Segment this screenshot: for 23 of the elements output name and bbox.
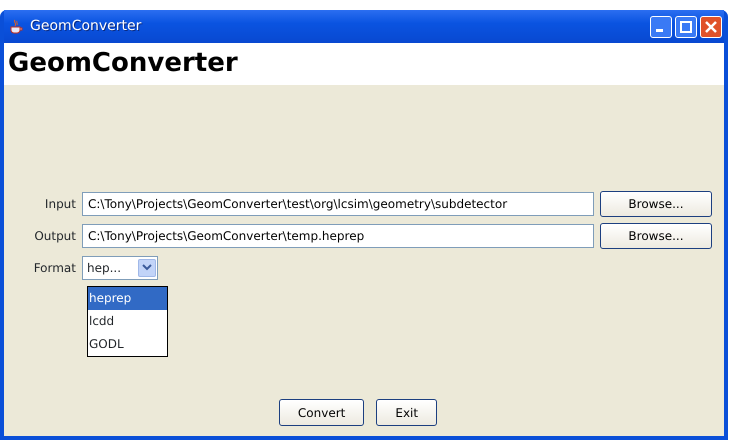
dropdown-option[interactable]: lcdd <box>88 310 167 333</box>
path-field[interactable]: C:\Tony\Projects\GeomConverter\temp.heprep <box>82 224 594 248</box>
browse-button[interactable]: Browse... <box>600 191 712 217</box>
field-label: Format <box>32 260 76 277</box>
dropdown-option[interactable]: GODL <box>88 333 167 356</box>
caret-icon <box>142 264 152 272</box>
close-icon <box>705 20 717 32</box>
action-button[interactable]: Exit <box>376 399 438 426</box>
path-field[interactable]: C:\Tony\Projects\GeomConverter\test\org\lcsim\geometry\subdetector <box>82 192 594 216</box>
maximize-icon <box>680 20 692 32</box>
field-label: Output <box>33 228 76 245</box>
dropdown-option[interactable]: heprep <box>88 287 167 310</box>
close-button[interactable] <box>700 16 722 38</box>
minimize-button[interactable] <box>650 16 672 38</box>
window-title: GeomConverter <box>30 17 142 36</box>
maximize-button[interactable] <box>675 16 697 38</box>
minimize-icon <box>656 29 662 32</box>
browse-button[interactable]: Browse... <box>600 223 712 249</box>
format-dropdown[interactable]: hep... <box>82 256 158 280</box>
cup-icon <box>8 18 24 34</box>
action-button[interactable]: Convert <box>278 399 364 426</box>
field-label: Input <box>44 196 76 213</box>
app-heading: GeomConverter <box>4 43 724 85</box>
